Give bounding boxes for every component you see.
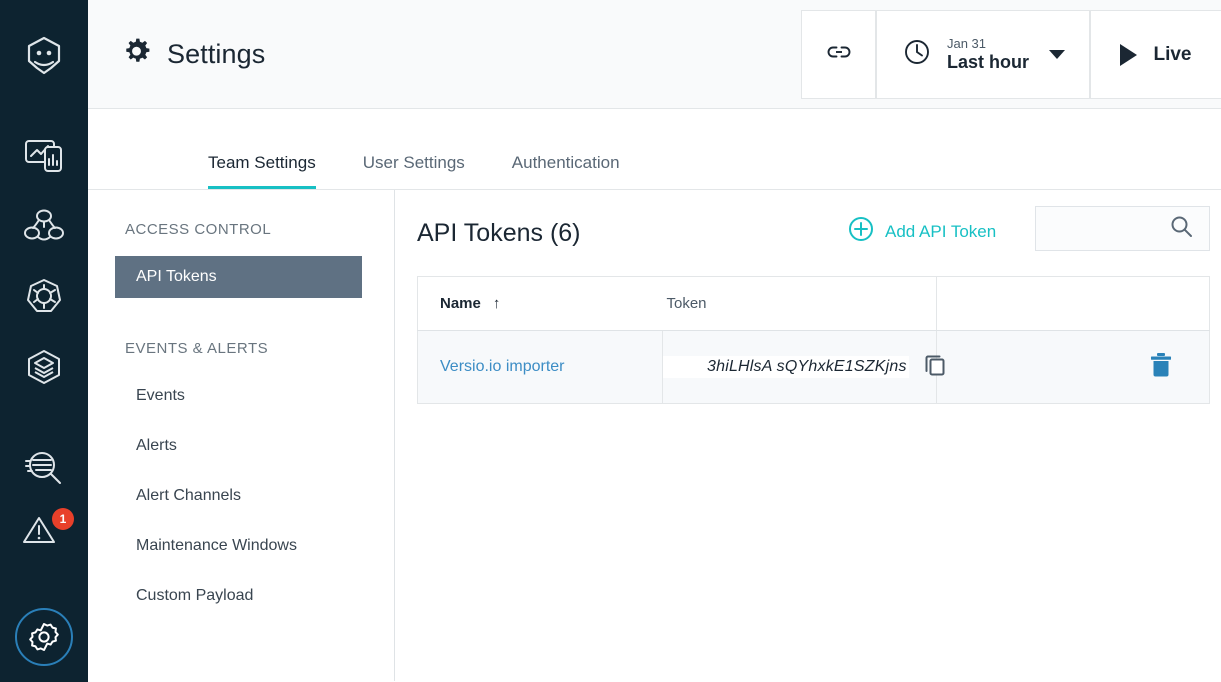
- top-bar: Settings Jan 31 Last hour Live: [88, 0, 1221, 109]
- table-row: Versio.io importer 3hiLHlsA sQYhxkE1SZKj…: [417, 330, 1210, 404]
- plus-circle-icon: [848, 216, 874, 247]
- content-title: API Tokens (6): [417, 218, 581, 247]
- table-header-row: Name ↑ Token: [417, 276, 1210, 331]
- token-actions-cell: [935, 330, 1210, 404]
- column-header-name[interactable]: Name ↑: [417, 276, 663, 331]
- settings-body: ACCESS CONTROL API Tokens EVENTS & ALERT…: [88, 190, 1221, 681]
- hosts-icon[interactable]: [0, 200, 88, 252]
- token-value: 3hiLHlsA sQYhxkE1SZKjns: [663, 356, 909, 378]
- chevron-down-icon[interactable]: [1049, 50, 1065, 59]
- alert-count-badge: 1: [52, 508, 74, 530]
- subnav-group-access-control: ACCESS CONTROL: [125, 221, 272, 238]
- api-tokens-table: Name ↑ Token Versio.io importer 3hiLHlsA…: [417, 276, 1210, 404]
- layers-icon[interactable]: [0, 342, 88, 392]
- subnav-group-events-alerts: EVENTS & ALERTS: [125, 340, 269, 357]
- settings-tabs: Team Settings User Settings Authenticati…: [88, 109, 1221, 190]
- live-button[interactable]: Live: [1090, 10, 1221, 99]
- time-date: Jan 31: [946, 35, 987, 51]
- gear-icon: [120, 35, 153, 73]
- app-root: 1 Settings Jan 31 Last hour Live Team Se…: [0, 0, 1221, 682]
- tab-team-settings[interactable]: Team Settings: [208, 153, 316, 189]
- search-icon: [1169, 214, 1194, 244]
- add-api-token-label: Add API Token: [885, 221, 997, 241]
- table-header: Name ↑ Token: [417, 276, 1210, 331]
- dashboards-icon[interactable]: [0, 130, 88, 182]
- token-value-group: 3hiLHlsA sQYhxkE1SZKjns: [663, 352, 945, 382]
- sidebar-item-alert-channels[interactable]: Alert Channels: [88, 475, 394, 517]
- time-range-text: Jan 31 Last hour: [946, 35, 1029, 73]
- table-body: Versio.io importer 3hiLHlsA sQYhxkE1SZKj…: [417, 330, 1210, 404]
- trash-icon[interactable]: [1148, 351, 1174, 384]
- add-api-token-button[interactable]: Add API Token: [848, 216, 996, 247]
- content-header: API Tokens (6) Add API Token: [417, 190, 1210, 276]
- sort-ascending-icon[interactable]: ↑: [493, 295, 501, 312]
- kubernetes-icon[interactable]: [0, 272, 88, 322]
- column-header-actions: [936, 276, 1210, 331]
- clock-icon: [901, 36, 933, 73]
- column-header-token[interactable]: Token: [662, 276, 937, 331]
- sidebar-item-custom-payload[interactable]: Custom Payload: [88, 575, 394, 617]
- main-area: Settings Jan 31 Last hour Live Team Sett…: [88, 0, 1221, 682]
- link-icon: [825, 38, 853, 71]
- tab-authentication[interactable]: Authentication: [512, 153, 620, 189]
- page-title-group: Settings: [120, 35, 265, 73]
- page-title: Settings: [167, 38, 266, 69]
- token-value-cell: 3hiLHlsA sQYhxkE1SZKjns: [662, 330, 945, 404]
- token-name-cell: Versio.io importer: [417, 330, 663, 404]
- copy-icon[interactable]: [923, 352, 948, 382]
- sidebar-item-api-tokens[interactable]: API Tokens: [115, 256, 362, 298]
- sidebar-item-maintenance-windows[interactable]: Maintenance Windows: [88, 525, 394, 567]
- sidebar-item-events[interactable]: Events: [88, 375, 394, 417]
- live-label: Live: [1153, 43, 1192, 65]
- settings-subnav: ACCESS CONTROL API Tokens EVENTS & ALERT…: [88, 190, 395, 681]
- play-icon: [1120, 43, 1138, 66]
- alerts-warning-icon[interactable]: 1: [0, 506, 88, 558]
- tab-user-settings[interactable]: User Settings: [363, 153, 465, 189]
- top-right-controls: Jan 31 Last hour Live: [801, 10, 1221, 99]
- logo-robot-icon[interactable]: [0, 28, 88, 84]
- token-name-link[interactable]: Versio.io importer: [440, 358, 565, 375]
- time-range-picker[interactable]: Jan 31 Last hour: [876, 10, 1090, 99]
- content-panel: API Tokens (6) Add API Token Name ↑ Toke…: [395, 190, 1221, 681]
- share-link-button[interactable]: [801, 10, 876, 99]
- logs-search-icon[interactable]: [0, 442, 88, 492]
- primary-sidebar: 1: [0, 0, 88, 682]
- time-range-value: Last hour: [946, 51, 1029, 72]
- settings-gear-icon[interactable]: [15, 608, 73, 666]
- search-input[interactable]: [1035, 206, 1210, 251]
- column-header-name-label: Name: [440, 295, 481, 312]
- sidebar-item-alerts[interactable]: Alerts: [88, 425, 394, 467]
